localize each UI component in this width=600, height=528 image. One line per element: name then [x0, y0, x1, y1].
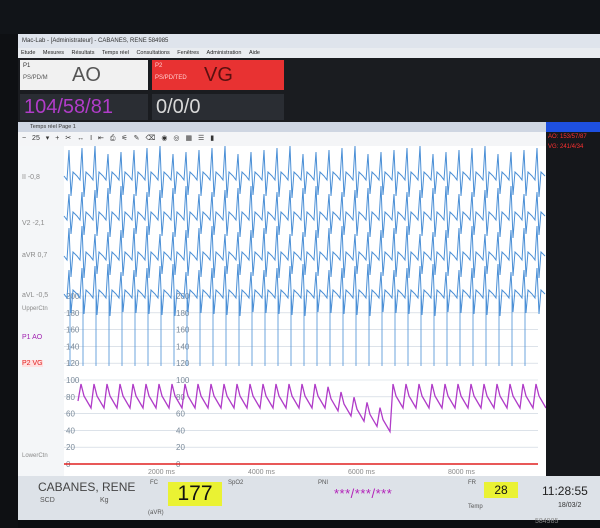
scale-label-left: 80 — [66, 393, 75, 402]
pencil-icon[interactable]: ✎ — [134, 132, 140, 146]
time-label: 6000 ms — [348, 469, 375, 476]
menu-bar: Etude Mesures Résultats Temps réel Consu… — [18, 48, 600, 58]
menu-item-temps-reel[interactable]: Temps réel — [102, 50, 129, 56]
scale-label-left: 20 — [66, 443, 75, 452]
menu-item-administration[interactable]: Administration — [207, 50, 242, 56]
scale-label-right: 100 — [176, 376, 190, 385]
tools-icon[interactable]: ✂ — [65, 132, 71, 146]
clock-time: 11:28:55 — [542, 484, 588, 498]
summary-panel-header — [546, 122, 600, 132]
monitor-screen: Mac-Lab - [Administrateur] - CABANES, RE… — [18, 34, 600, 520]
clock-date: 18/03/2 — [558, 502, 582, 509]
summary-ao: AO: 153/57/87 — [548, 134, 587, 140]
right-summary-panel: AO: 153/57/87 VG: 241/4/34 — [546, 122, 600, 477]
patient-status-bar: CABANES, RENE SCD Kg FC (aVR) 177 SpO2 P… — [18, 476, 600, 520]
pressure-box-ao[interactable]: P1 PS/PD/M AO — [20, 60, 148, 90]
list-icon[interactable]: ☰ — [198, 132, 204, 146]
scale-label-left: 180 — [66, 309, 80, 318]
pni-value: ***/***/*** — [334, 486, 393, 501]
caliper-icon[interactable]: ↔ — [77, 132, 84, 146]
save-icon[interactable]: ▮ — [210, 132, 214, 146]
pni-label: PNI — [318, 480, 329, 486]
menu-item-fenetres[interactable]: Fenêtres — [177, 50, 199, 56]
scale-label-left: 160 — [66, 326, 80, 335]
split-icon[interactable]: ⇤ — [98, 132, 104, 146]
scale-label-right: 140 — [176, 342, 190, 351]
target-icon[interactable]: ◎ — [173, 132, 179, 146]
fr-label: FR — [468, 480, 476, 486]
scale-label-left: 60 — [66, 410, 75, 419]
scale-label-left: 120 — [66, 359, 80, 368]
time-label: 4000 ms — [248, 469, 275, 476]
fc-source: (aVR) — [148, 510, 164, 516]
eraser-icon[interactable]: ⌫ — [145, 132, 155, 146]
vg-value-box: 0/0/0 — [152, 94, 284, 120]
waveform-canvas: 200180160140120100806040200 200180160140… — [18, 146, 546, 476]
realtime-window: Temps réel Page 1 − 25 ▾ + ✂ ↔ I ⇤ ⎙ ⚟ ✎… — [18, 122, 546, 520]
p1-label: P1 — [23, 63, 31, 69]
chevron-down-icon[interactable]: ▾ — [46, 132, 50, 146]
waveform-panel[interactable]: 200180160140120100806040200 200180160140… — [18, 146, 546, 476]
scale-label-right: 60 — [176, 410, 185, 419]
circle-icon[interactable]: ◉ — [161, 132, 167, 146]
channel-label-avl[interactable]: aVL -0,5 — [22, 292, 48, 299]
realtime-toolbar: − 25 ▾ + ✂ ↔ I ⇤ ⎙ ⚟ ✎ ⌫ ◉ ◎ ▦ ☰ ▮ — [18, 132, 546, 146]
menu-item-consultations[interactable]: Consultations — [136, 50, 169, 56]
channel-label-avr[interactable]: aVR 0,7 — [22, 252, 47, 259]
scale-label-right: 20 — [176, 443, 185, 452]
time-label: 8000 ms — [448, 469, 475, 476]
ruler-icon[interactable]: ⚟ — [121, 132, 127, 146]
spo2-label: SpO2 — [228, 480, 244, 486]
realtime-window-titlebar: Temps réel Page 1 — [18, 122, 546, 132]
channel-label-ii[interactable]: II -0,8 — [22, 174, 40, 181]
summary-vg: VG: 241/4/34 — [548, 144, 584, 150]
ao-value: 104/58/81 — [24, 96, 113, 118]
menu-item-mesures[interactable]: Mesures — [43, 50, 64, 56]
channel-label-lower[interactable]: LowerCtn — [22, 453, 48, 459]
scale-label-right: 120 — [176, 359, 190, 368]
channel-label-vg[interactable]: P2 VG — [22, 360, 43, 367]
patient-name: CABANES, RENE — [38, 480, 136, 494]
menu-item-resultats[interactable]: Résultats — [72, 50, 95, 56]
vg-value: 0/0/0 — [156, 96, 201, 118]
grid-icon[interactable]: ▦ — [185, 132, 192, 146]
plus-icon[interactable]: + — [55, 132, 59, 146]
resp-rate-value: 28 — [484, 482, 518, 498]
pressure-box-vg[interactable]: P2 PS/PD/TED VG — [152, 60, 284, 90]
fc-label: FC — [150, 480, 158, 486]
time-label: 2000 ms — [148, 469, 175, 476]
p2-label: P2 — [155, 63, 163, 69]
p2-mode: PS/PD/TED — [155, 75, 187, 81]
scale-label-right: 40 — [176, 426, 185, 435]
channel-label-v2[interactable]: V2 -2,1 — [22, 220, 45, 227]
p1-name: AO — [72, 64, 101, 86]
channel-label-upper[interactable]: UpperCtn — [22, 306, 48, 312]
device-serial: 584985 — [535, 518, 559, 525]
menu-item-etude[interactable]: Etude — [21, 50, 35, 56]
scale-label-left: 40 — [66, 426, 75, 435]
heart-rate-value: 177 — [168, 482, 222, 506]
text-cursor-icon[interactable]: I — [90, 132, 92, 146]
monitor-bezel-left — [0, 34, 18, 528]
scale-label-left: 100 — [66, 376, 80, 385]
app-title: Mac-Lab - [Administrateur] - CABANES, RE… — [22, 38, 169, 44]
p2-name: VG — [204, 64, 233, 86]
monitor-bezel-top — [0, 0, 600, 34]
zoom-select[interactable]: 25 — [32, 132, 40, 146]
patient-weight-label: Kg — [100, 497, 109, 504]
scale-label-right: 160 — [176, 326, 190, 335]
menu-item-aide[interactable]: Aide — [249, 50, 260, 56]
channel-label-ao[interactable]: P1 AO — [22, 334, 42, 341]
minus-icon[interactable]: − — [22, 132, 26, 146]
p1-mode: PS/PD/M — [23, 75, 48, 81]
app-titlebar: Mac-Lab - [Administrateur] - CABANES, RE… — [18, 34, 600, 48]
scale-label-left: 140 — [66, 342, 80, 351]
patient-sex: SCD — [40, 497, 55, 504]
temp-label: Temp — [468, 504, 483, 510]
realtime-window-title: Temps réel Page 1 — [30, 124, 76, 130]
print-icon[interactable]: ⎙ — [110, 132, 116, 146]
ao-value-box: 104/58/81 — [20, 94, 148, 120]
